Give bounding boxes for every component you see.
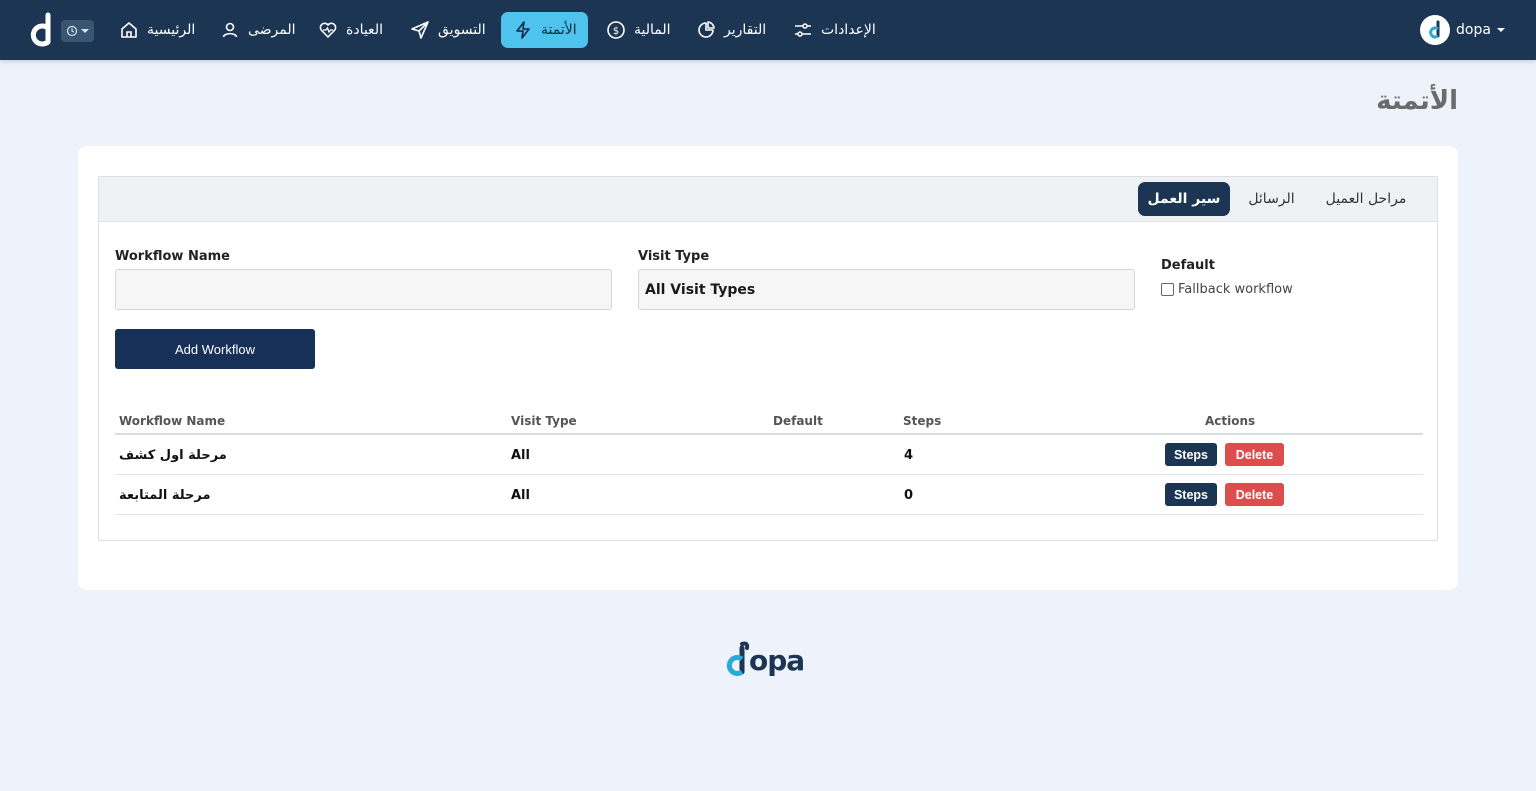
nav-item-label: المالية — [634, 22, 671, 38]
nav-item-automation[interactable]: الأتمتة — [501, 12, 588, 48]
workflows-table: Workflow Name Visit Type Default Steps A… — [115, 407, 1423, 515]
dopa-logo-icon — [1429, 20, 1440, 39]
column-header-visit-type: Visit Type — [511, 414, 577, 428]
nav-item-label: الأتمتة — [541, 22, 577, 38]
steps-count-cell: 0 — [904, 488, 914, 503]
visit-type-select[interactable]: All Visit Types — [638, 269, 1135, 310]
top-navbar: الرئيسية المرضى العيادة التسويق الأتمتة … — [0, 0, 1536, 60]
history-icon — [66, 25, 78, 37]
dollar-icon: $ — [607, 21, 625, 39]
nav-item-label: المرضى — [248, 22, 296, 38]
visit-type-label: Visit Type — [638, 249, 710, 264]
table-row: مرحلة المتابعة All 0 Steps Delete — [115, 475, 1423, 515]
tab-panel: مراحل العميل الرسائل سير العمل Workflow … — [98, 176, 1438, 541]
visit-type-selected: All Visit Types — [645, 281, 756, 298]
nav-item-label: العيادة — [346, 22, 383, 38]
pie-chart-icon — [698, 21, 715, 38]
bolt-icon — [516, 21, 530, 39]
visit-type-cell: All — [511, 488, 530, 503]
send-icon — [411, 21, 429, 39]
workflow-name-input[interactable] — [115, 269, 612, 310]
visit-type-cell: All — [511, 448, 530, 463]
home-icon — [121, 22, 137, 38]
dopa-logo-icon — [726, 641, 750, 676]
workflow-name-label: Workflow Name — [115, 249, 230, 264]
nav-item-clinic[interactable]: العيادة — [306, 12, 395, 48]
table-row: مرحلة اول كشف All 4 Steps Delete — [115, 435, 1423, 475]
nav-item-settings[interactable]: الإعدادات — [781, 12, 888, 48]
chevron-down-icon — [81, 29, 89, 33]
table-header: Workflow Name Visit Type Default Steps A… — [115, 407, 1423, 435]
nav-item-reports[interactable]: التقارير — [684, 12, 778, 48]
tab-messages[interactable]: الرسائل — [1234, 182, 1309, 216]
nav-item-label: الرئيسية — [147, 22, 196, 38]
avatar — [1420, 15, 1450, 45]
tabs-bar: مراحل العميل الرسائل سير العمل — [99, 177, 1437, 222]
steps-button[interactable]: Steps — [1165, 443, 1217, 466]
nav-item-patients[interactable]: المرضى — [208, 12, 308, 48]
sliders-icon — [795, 23, 811, 37]
tab-workflows[interactable]: سير العمل — [1138, 182, 1230, 216]
default-label: Default — [1161, 258, 1215, 273]
dopa-logo-icon[interactable] — [27, 12, 57, 48]
footer-logo-text: opa — [749, 643, 805, 677]
nav-item-label: التسويق — [438, 22, 486, 38]
workflow-name-cell: مرحلة المتابعة — [119, 488, 211, 503]
steps-count-cell: 4 — [904, 448, 914, 463]
workflow-name-cell: مرحلة اول كشف — [119, 448, 227, 463]
nav-item-finance[interactable]: $ المالية — [594, 12, 683, 48]
footer-logo: opa — [722, 640, 805, 678]
svg-text:$: $ — [613, 26, 619, 37]
chevron-down-icon — [1496, 28, 1505, 32]
user-name: dopa — [1456, 22, 1491, 38]
column-header-default: Default — [773, 414, 823, 428]
nav-item-marketing[interactable]: التسويق — [398, 12, 498, 48]
page-title: الأتمتة — [1376, 86, 1458, 116]
nav-item-label: التقارير — [724, 22, 767, 38]
nav-item-label: الإعدادات — [821, 22, 876, 38]
heart-pulse-icon — [319, 22, 337, 38]
column-header-steps: Steps — [903, 414, 942, 428]
fallback-label: Fallback workflow — [1178, 282, 1293, 297]
fallback-checkbox[interactable] — [1161, 283, 1174, 296]
add-workflow-button[interactable]: Add Workflow — [115, 329, 315, 369]
steps-button[interactable]: Steps — [1165, 483, 1217, 506]
delete-button[interactable]: Delete — [1225, 443, 1284, 466]
fallback-workflow-option[interactable]: Fallback workflow — [1161, 282, 1293, 297]
column-header-workflow-name: Workflow Name — [119, 414, 226, 428]
column-header-actions: Actions — [1205, 414, 1256, 428]
user-icon — [222, 22, 238, 38]
tab-customer-stages[interactable]: مراحل العميل — [1311, 182, 1421, 216]
content-card: مراحل العميل الرسائل سير العمل Workflow … — [78, 146, 1458, 590]
delete-button[interactable]: Delete — [1225, 483, 1284, 506]
nav-item-home[interactable]: الرئيسية — [107, 12, 207, 48]
user-menu[interactable]: dopa — [1420, 14, 1505, 46]
history-dropdown-button[interactable] — [61, 20, 94, 42]
